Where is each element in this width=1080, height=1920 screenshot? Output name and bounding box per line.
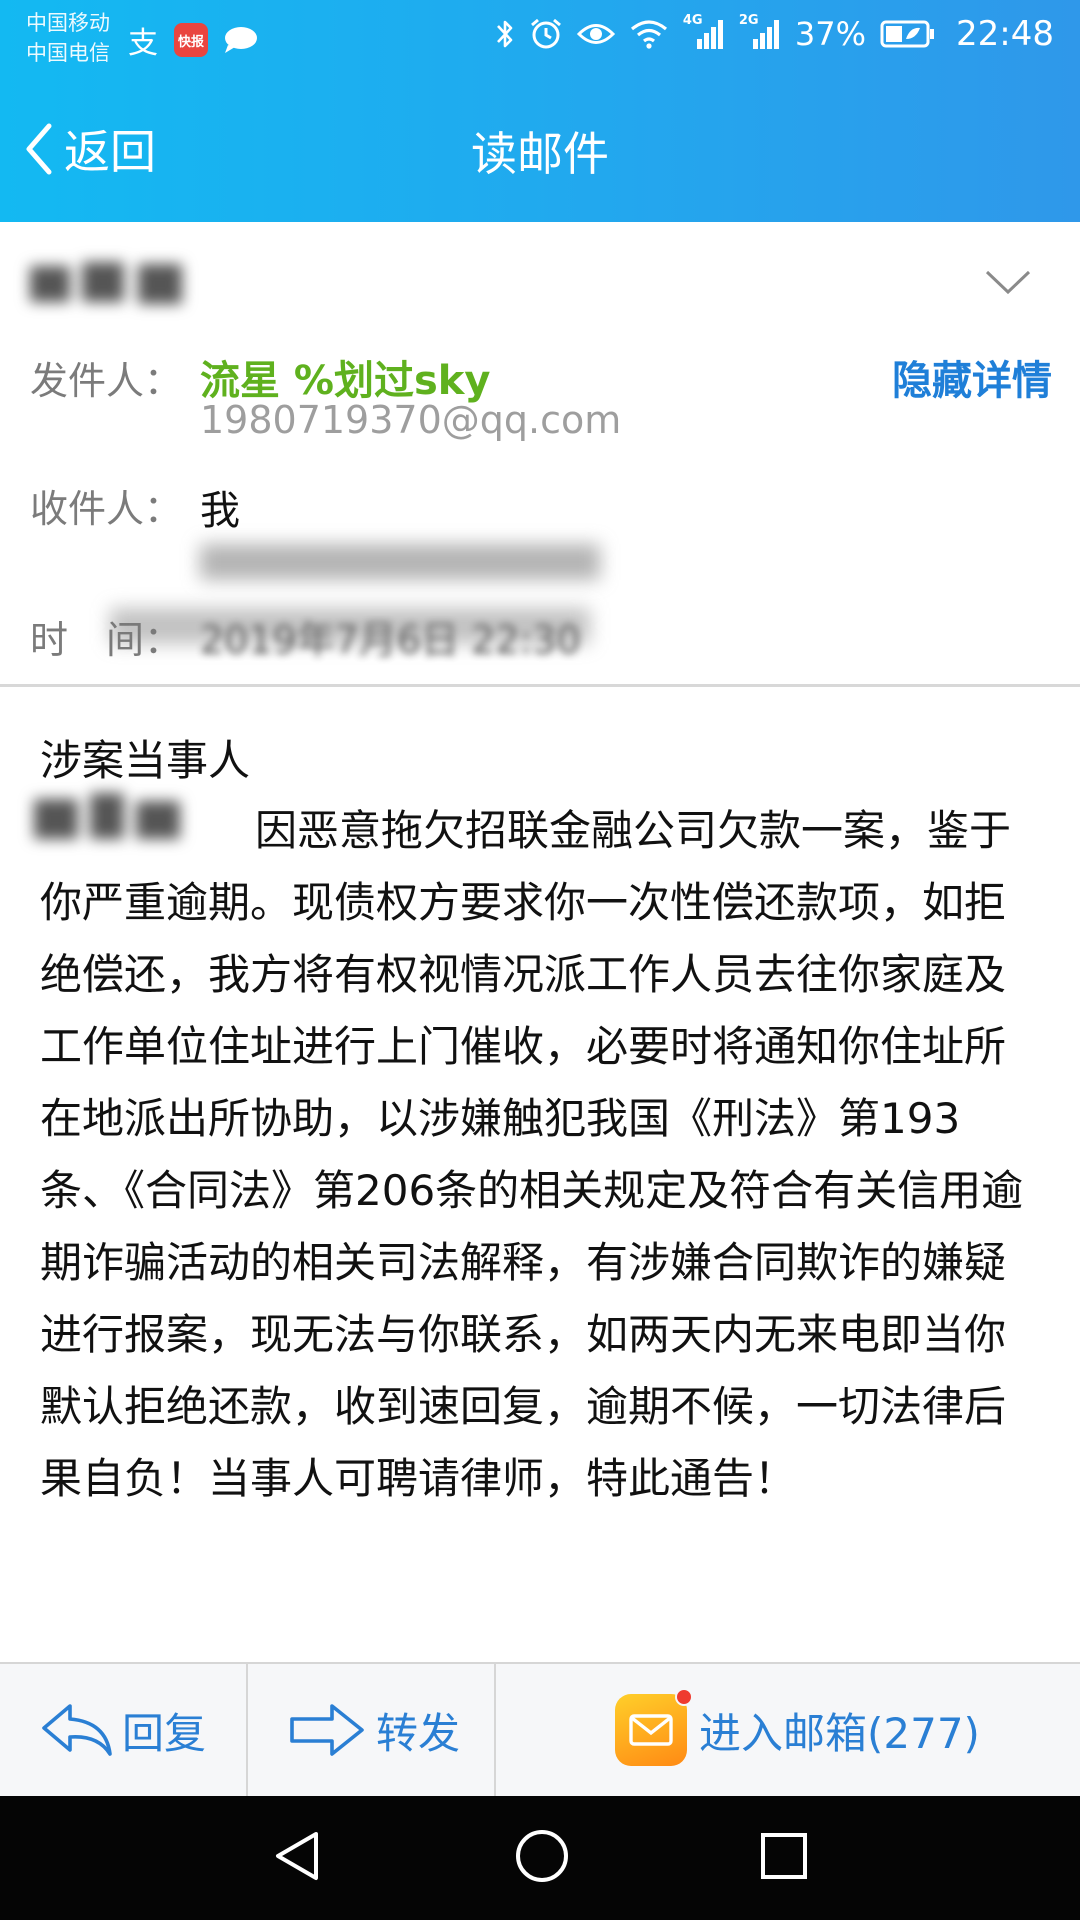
alarm-icon xyxy=(530,18,561,49)
date-redacted xyxy=(110,598,590,654)
unread-dot xyxy=(675,1688,693,1706)
nav-home-icon[interactable] xyxy=(512,1826,572,1886)
separator xyxy=(494,1664,496,1796)
reply-label: 回复 xyxy=(122,1708,207,1758)
carrier-2: 中国电信 xyxy=(26,41,110,65)
system-nav-bar xyxy=(0,1796,1080,1920)
bluetooth-icon xyxy=(496,20,513,48)
chevron-down-icon[interactable] xyxy=(984,268,1032,296)
signal-4g-icon: 4G xyxy=(683,13,725,51)
mail-body: 涉案当事人 因恶意拖欠招联金融公司欠款一案，鉴于你严重逾期。现债权方要求你一次性… xyxy=(0,687,1080,1662)
body-greeting: 涉案当事人 xyxy=(40,736,251,785)
eye-comfort-icon xyxy=(576,24,615,44)
mailbox-icon xyxy=(615,1688,693,1766)
sender-label: 发件人： xyxy=(30,359,183,403)
carrier-1: 中国移动 xyxy=(26,11,110,35)
recipient-label: 收件人： xyxy=(30,487,183,531)
mail-header: 发件人： 流星 %划过sky 1980719370@qq.com 隐藏详情 收件… xyxy=(0,222,1080,687)
title-bar: 返回 读邮件 xyxy=(0,78,1080,222)
reply-button[interactable]: 回复 xyxy=(40,1664,206,1796)
alipay-icon: 支 xyxy=(128,26,158,61)
signal-2g-icon: 2G xyxy=(739,13,781,51)
enter-inbox-button[interactable]: 进入邮箱(277) xyxy=(615,1664,980,1796)
reply-icon xyxy=(42,1704,112,1756)
carrier-info: 中国移动 中国电信 xyxy=(26,8,110,68)
body-text: 因恶意拖欠招联金融公司欠款一案，鉴于你严重逾期。现债权方要求你一次性偿还款项，如… xyxy=(40,806,1024,1503)
battery-percent: 37% xyxy=(794,15,867,53)
hide-details-link[interactable]: 隐藏详情 xyxy=(892,348,1052,406)
status-time: 22:48 xyxy=(956,14,1054,54)
chat-bubble-icon xyxy=(225,27,257,53)
subject-redacted xyxy=(20,252,200,312)
status-bar: 中国移动 中国电信 支 快报 4G 2G 37% 22:48 xyxy=(0,0,1080,78)
forward-button[interactable]: 转发 xyxy=(288,1664,460,1796)
action-bar: 回复 转发 进入邮箱(277) xyxy=(0,1662,1080,1796)
enter-inbox-label: 进入邮箱(277) xyxy=(699,1708,980,1758)
forward-icon xyxy=(290,1704,364,1756)
forward-label: 转发 xyxy=(376,1708,461,1758)
page-title: 读邮件 xyxy=(471,127,609,181)
app-header: 中国移动 中国电信 支 快报 4G 2G 37% 22:48 返回 读邮件 xyxy=(0,0,1080,222)
sender-email[interactable]: 1980719370@qq.com xyxy=(200,398,621,442)
recipient-name[interactable]: 我 xyxy=(200,478,240,536)
nav-recents-icon[interactable] xyxy=(756,1826,812,1886)
kuaibao-icon: 快报 xyxy=(174,23,208,57)
battery-icon xyxy=(880,20,935,48)
nav-back-icon[interactable] xyxy=(270,1826,326,1886)
separator xyxy=(246,1664,248,1796)
wifi-icon xyxy=(630,20,667,49)
recipient-email-redacted xyxy=(200,534,600,590)
